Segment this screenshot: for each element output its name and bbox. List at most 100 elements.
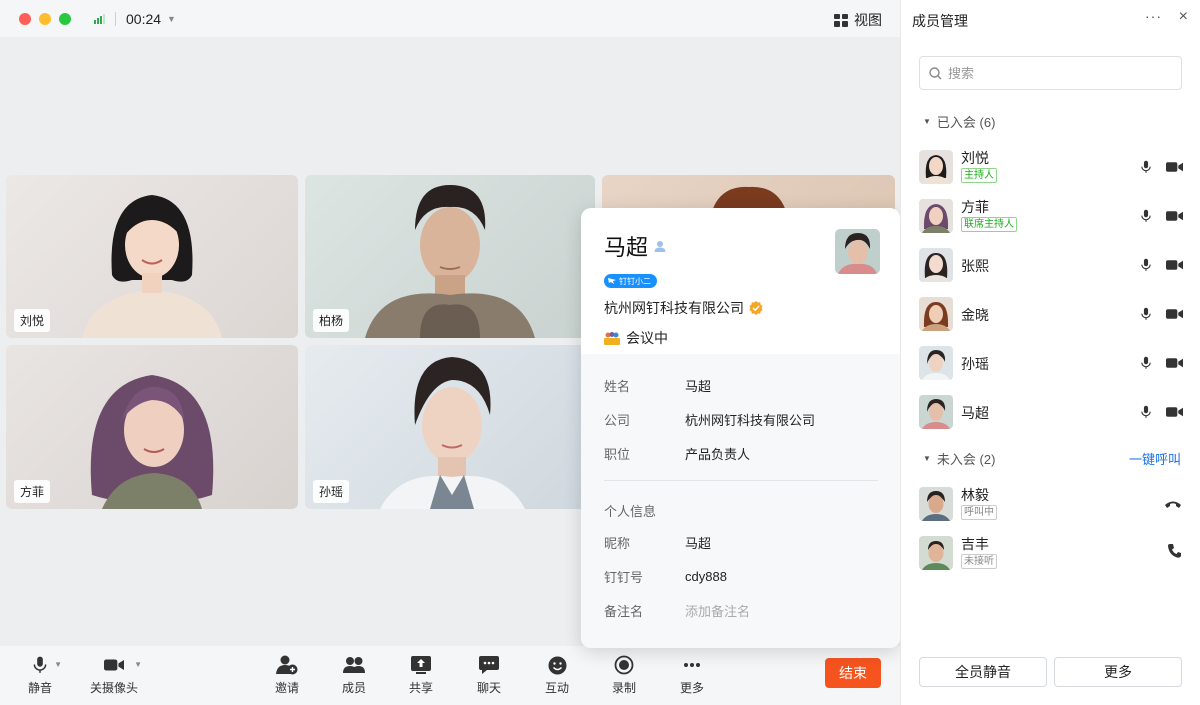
- meeting-status-icon: [604, 332, 620, 345]
- phone-icon[interactable]: [1168, 544, 1181, 558]
- microphone-icon[interactable]: [1141, 405, 1151, 419]
- camera-icon[interactable]: [1166, 161, 1183, 173]
- more-icon: [684, 663, 700, 667]
- interact-button[interactable]: 互动: [527, 654, 587, 696]
- participant-video: [82, 195, 222, 338]
- not-joined-group-header[interactable]: ▼ 未入会 (2): [923, 449, 995, 468]
- more-options-icon[interactable]: ···: [1145, 8, 1162, 24]
- member-panel: 成员管理 ··· × ▼ 已入会 (6) 刘悦 主持人 方菲 联席主持人 张熙 …: [900, 0, 1200, 705]
- members-label: 成员: [341, 681, 366, 695]
- info-row-remark: 备注名 添加备注名: [604, 593, 878, 627]
- window-controls: [19, 12, 71, 25]
- chevron-down-icon[interactable]: ▼: [54, 660, 62, 669]
- info-value: cdy888: [685, 568, 727, 584]
- camera-icon[interactable]: [1166, 308, 1183, 320]
- member-name: 金晓: [961, 307, 989, 323]
- member-row[interactable]: 孙瑶: [919, 344, 1183, 384]
- grid-view-icon: [834, 13, 848, 27]
- not-joined-group-label: 未入会 (2): [936, 452, 996, 467]
- chat-icon: [479, 656, 499, 674]
- panel-more-button[interactable]: 更多: [1054, 657, 1182, 687]
- info-value: 马超: [685, 535, 712, 551]
- joined-group-header[interactable]: ▼ 已入会 (6): [923, 112, 995, 131]
- chat-label: 聊天: [476, 681, 501, 695]
- calling-tag: 呼叫中: [961, 505, 997, 520]
- avatar: [919, 536, 953, 570]
- participant-video: [90, 375, 214, 509]
- profile-avatar[interactable]: [835, 229, 880, 274]
- share-button[interactable]: 共享: [391, 654, 451, 696]
- minimize-window-button[interactable]: [39, 12, 51, 25]
- info-key: 钉钉号: [604, 569, 644, 585]
- joined-group-label: 已入会 (6): [936, 115, 996, 130]
- hang-up-icon[interactable]: [1165, 499, 1181, 509]
- verified-icon: [749, 301, 763, 315]
- member-name: 林毅: [961, 487, 989, 503]
- camera-icon[interactable]: [1166, 357, 1183, 369]
- participant-name-tag: 方菲: [14, 480, 51, 503]
- microphone-icon[interactable]: [1141, 307, 1151, 321]
- dingtalk-icon: [608, 278, 616, 284]
- panel-title: 成员管理: [912, 13, 968, 29]
- mute-all-button[interactable]: 全员静音: [919, 657, 1047, 687]
- more-button[interactable]: 更多: [662, 654, 722, 696]
- avatar: [919, 395, 953, 429]
- camera-icon[interactable]: [1166, 259, 1183, 271]
- info-row-dingtalk-id: 钉钉号 cdy888: [604, 559, 878, 593]
- member-row[interactable]: 张熙: [919, 246, 1183, 286]
- signal-strength-icon[interactable]: [94, 13, 105, 24]
- chevron-down-icon[interactable]: ▼: [167, 14, 176, 24]
- meeting-toolbar: ▼ 静音 ▼ 关摄像头 邀请 成员 共享 聊天 互动 录制 更多: [0, 646, 900, 705]
- end-meeting-button[interactable]: 结束: [825, 658, 881, 688]
- member-row[interactable]: 马超: [919, 393, 1183, 433]
- member-row[interactable]: 刘悦 主持人: [919, 148, 1183, 188]
- close-window-button[interactable]: [19, 12, 31, 25]
- member-name: 张熙: [961, 258, 989, 274]
- microphone-icon[interactable]: [1141, 160, 1151, 174]
- member-row[interactable]: 吉丰 未接听: [919, 534, 1183, 574]
- participant-name-tag: 刘悦: [14, 309, 51, 332]
- view-button[interactable]: 视图: [834, 10, 882, 30]
- mute-button[interactable]: ▼ 静音: [10, 654, 70, 696]
- info-row-title: 职位 产品负责人: [604, 436, 878, 470]
- camera-off-button[interactable]: ▼ 关摄像头: [78, 654, 150, 696]
- no-answer-tag: 未接听: [961, 554, 997, 569]
- personal-info-title: 个人信息: [604, 503, 657, 519]
- record-button[interactable]: 录制: [594, 654, 654, 696]
- record-icon: [614, 655, 634, 675]
- caret-down-icon: ▼: [923, 117, 931, 126]
- member-row[interactable]: 金晓: [919, 295, 1183, 335]
- camera-icon[interactable]: [1166, 210, 1183, 222]
- invite-button[interactable]: 邀请: [257, 654, 317, 696]
- info-value: 产品负责人: [685, 446, 751, 462]
- member-name: 吉丰: [961, 536, 989, 552]
- chat-button[interactable]: 聊天: [459, 654, 519, 696]
- call-all-link[interactable]: 一键呼叫: [1129, 449, 1181, 468]
- member-row[interactable]: 方菲 联席主持人: [919, 197, 1183, 237]
- member-name: 刘悦: [961, 150, 989, 166]
- avatar: [919, 487, 953, 521]
- members-button[interactable]: 成员: [324, 654, 384, 696]
- video-tile[interactable]: 刘悦: [6, 175, 298, 338]
- video-tile[interactable]: 方菲: [6, 345, 298, 509]
- interact-label: 互动: [544, 681, 569, 695]
- camera-icon[interactable]: [1166, 406, 1183, 418]
- search-input[interactable]: [948, 65, 1168, 81]
- video-tile[interactable]: 柏杨: [305, 175, 595, 338]
- search-box[interactable]: [919, 56, 1182, 90]
- microphone-icon[interactable]: [1141, 209, 1151, 223]
- microphone-icon[interactable]: [1141, 258, 1151, 272]
- close-icon[interactable]: ×: [1179, 8, 1188, 26]
- member-row[interactable]: 林毅 呼叫中: [919, 485, 1183, 525]
- add-remark-link[interactable]: 添加备注名: [685, 601, 750, 620]
- microphone-icon[interactable]: [1141, 356, 1151, 370]
- dingtalk-badge-label: 钉钉小二: [619, 276, 651, 286]
- view-label: 视图: [854, 12, 882, 28]
- video-tile[interactable]: 孙瑶: [305, 345, 595, 509]
- chevron-down-icon[interactable]: ▼: [134, 660, 142, 669]
- maximize-window-button[interactable]: [59, 12, 71, 25]
- avatar: [919, 199, 953, 233]
- microphone-icon: [33, 656, 47, 674]
- people-icon: [343, 657, 365, 673]
- share-screen-icon: [411, 656, 431, 674]
